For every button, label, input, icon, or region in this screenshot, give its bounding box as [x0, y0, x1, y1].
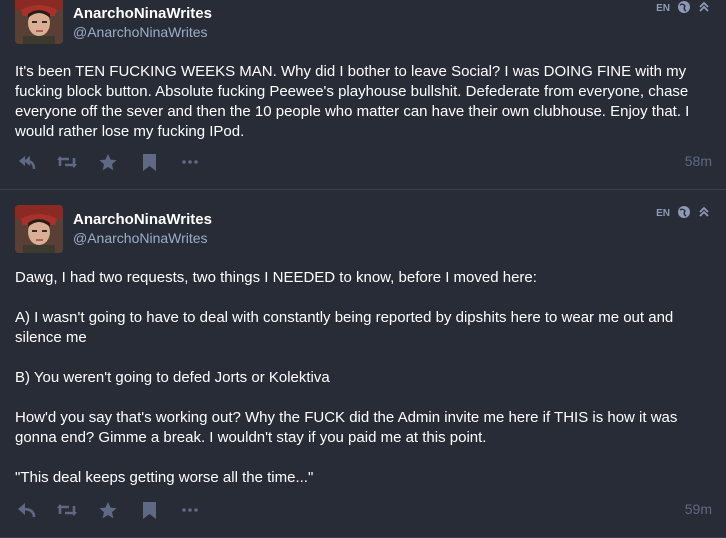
status-paragraph: Dawg, I had two requests, two things I N…	[15, 269, 537, 286]
status-meta: EN	[656, 0, 710, 17]
status-paragraph: A) I wasn't going to have to deal with c…	[15, 309, 674, 346]
display-name[interactable]: AnarchoNinaWrites	[73, 5, 212, 22]
display-name[interactable]: AnarchoNinaWrites	[73, 211, 212, 228]
more-icon[interactable]	[179, 500, 201, 520]
globe-icon	[677, 205, 691, 222]
status-card[interactable]: AnarchoNinaWrites @AnarchoNinaWrites EN …	[0, 190, 726, 538]
collapse-icon[interactable]	[698, 206, 710, 221]
status-paragraph: B) You weren't going to defed Jorts or K…	[15, 369, 330, 386]
reply-all-icon[interactable]	[15, 152, 37, 172]
language-badge: EN	[656, 208, 670, 219]
timestamp[interactable]: 59m	[685, 501, 712, 517]
status-paragraph: It's been TEN FUCKING WEEKS MAN. Why did…	[15, 63, 690, 140]
action-bar	[15, 152, 220, 172]
status-card[interactable]: AnarchoNinaWrites @AnarchoNinaWrites EN …	[0, 0, 726, 190]
status-paragraph: How'd you say that's working out? Why th…	[15, 409, 678, 446]
more-icon[interactable]	[179, 152, 201, 172]
timestamp[interactable]: 58m	[685, 153, 712, 169]
boost-icon[interactable]	[56, 500, 78, 520]
account-handle[interactable]: @AnarchoNinaWrites	[73, 24, 208, 40]
timeline-feed: AnarchoNinaWrites @AnarchoNinaWrites EN …	[0, 0, 726, 538]
status-content: It's been TEN FUCKING WEEKS MAN. Why did…	[15, 62, 715, 142]
star-icon[interactable]	[97, 500, 119, 520]
status-paragraph: "This deal keeps getting worse all the t…	[15, 469, 314, 486]
account-handle[interactable]: @AnarchoNinaWrites	[73, 230, 208, 246]
status-content: Dawg, I had two requests, two things I N…	[15, 268, 715, 488]
star-icon[interactable]	[97, 152, 119, 172]
avatar[interactable]	[15, 205, 63, 253]
collapse-icon[interactable]	[698, 1, 710, 16]
globe-icon	[677, 0, 691, 17]
bookmark-icon[interactable]	[138, 500, 160, 520]
language-badge: EN	[656, 3, 670, 14]
bookmark-icon[interactable]	[138, 152, 160, 172]
boost-icon[interactable]	[56, 152, 78, 172]
status-meta: EN	[656, 205, 710, 222]
action-bar	[15, 500, 220, 520]
avatar[interactable]	[15, 0, 63, 44]
reply-icon[interactable]	[15, 500, 37, 520]
